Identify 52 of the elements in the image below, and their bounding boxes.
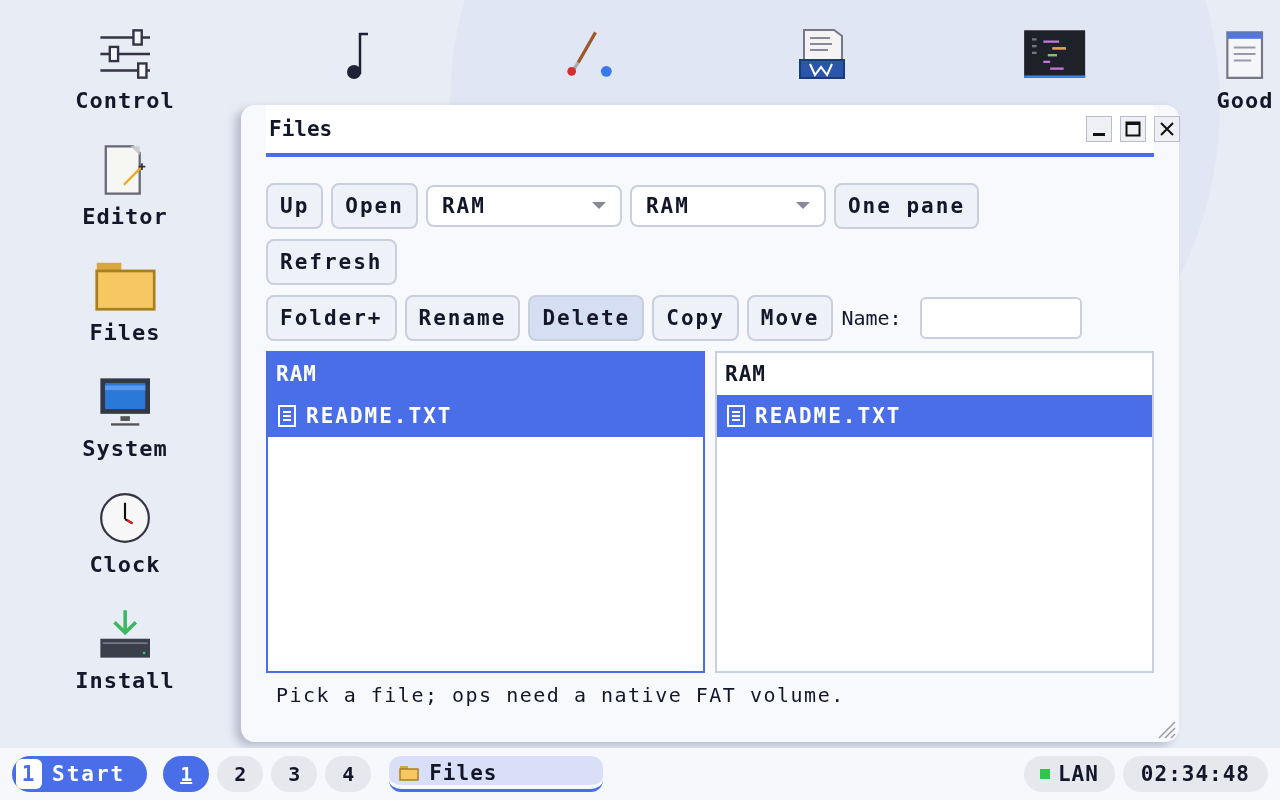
task-button[interactable]: Files bbox=[389, 756, 604, 792]
word-document-icon[interactable] bbox=[798, 28, 846, 80]
workspace-button[interactable]: 3 bbox=[271, 756, 318, 792]
toolbar-button[interactable]: Copy bbox=[652, 295, 739, 341]
toolbar-button[interactable]: Up bbox=[266, 183, 324, 229]
pane-header: RAM bbox=[268, 353, 703, 395]
workspace-button[interactable]: 1 bbox=[163, 756, 210, 792]
network-status[interactable]: LAN bbox=[1023, 756, 1115, 792]
minimize-icon bbox=[1093, 133, 1105, 136]
toolbar-button[interactable]: Rename bbox=[404, 295, 521, 341]
clock-icon[interactable] bbox=[99, 492, 151, 544]
name-label: Name: bbox=[841, 306, 902, 330]
icon-label[interactable]: Good bbox=[1216, 88, 1274, 113]
workspace-button[interactable]: 2 bbox=[217, 756, 264, 792]
folder-icon[interactable] bbox=[93, 260, 157, 312]
sliders-icon[interactable] bbox=[97, 28, 153, 80]
toolbar-button[interactable]: Refresh bbox=[266, 239, 397, 285]
drive-dropdown[interactable]: RAM bbox=[629, 185, 826, 227]
monitor-icon[interactable] bbox=[97, 376, 153, 428]
drive-dropdown[interactable]: RAM bbox=[425, 185, 622, 227]
toolbar-button[interactable]: Delete bbox=[528, 295, 645, 341]
icon-label[interactable]: System bbox=[82, 436, 168, 461]
clock-display[interactable]: 02:34:48 bbox=[1122, 756, 1268, 792]
toolbar-button[interactable]: Move bbox=[746, 295, 834, 341]
dropdown-arrow-icon bbox=[795, 202, 810, 210]
toolbar-button[interactable]: Open bbox=[331, 183, 418, 229]
icon-label[interactable]: Files bbox=[89, 320, 161, 345]
window-title: Files bbox=[268, 117, 333, 141]
toolbar-button[interactable]: One pane bbox=[833, 183, 980, 229]
toolbar-button[interactable]: Folder+ bbox=[266, 295, 397, 341]
status-text: Pick a file; ops need a native FAT volume. bbox=[275, 683, 846, 707]
workspace-button[interactable]: 4 bbox=[325, 756, 372, 792]
icon-label[interactable]: Control bbox=[75, 88, 175, 113]
maximize-button[interactable] bbox=[1120, 116, 1146, 142]
icon-label[interactable]: Clock bbox=[89, 552, 161, 577]
close-icon bbox=[1160, 122, 1174, 136]
name-field[interactable] bbox=[919, 297, 1082, 339]
file-item[interactable]: README.TXT bbox=[717, 395, 1152, 437]
text-file-icon bbox=[278, 405, 296, 427]
folder-icon bbox=[399, 764, 420, 781]
icon-label[interactable]: Editor bbox=[82, 204, 168, 229]
close-button[interactable] bbox=[1154, 116, 1180, 142]
text-file-icon bbox=[727, 405, 745, 427]
code-editor-icon[interactable] bbox=[1023, 28, 1087, 80]
minimize-button[interactable] bbox=[1086, 116, 1112, 142]
file-item[interactable]: README.TXT bbox=[268, 395, 703, 437]
icon-label[interactable]: Install bbox=[75, 668, 175, 693]
maximize-icon bbox=[1125, 121, 1141, 137]
dropdown-arrow-icon bbox=[591, 202, 606, 210]
pane-header: RAM bbox=[724, 361, 767, 388]
download-drive-icon[interactable] bbox=[97, 608, 153, 660]
start-button[interactable]: 1 Start bbox=[12, 756, 148, 792]
